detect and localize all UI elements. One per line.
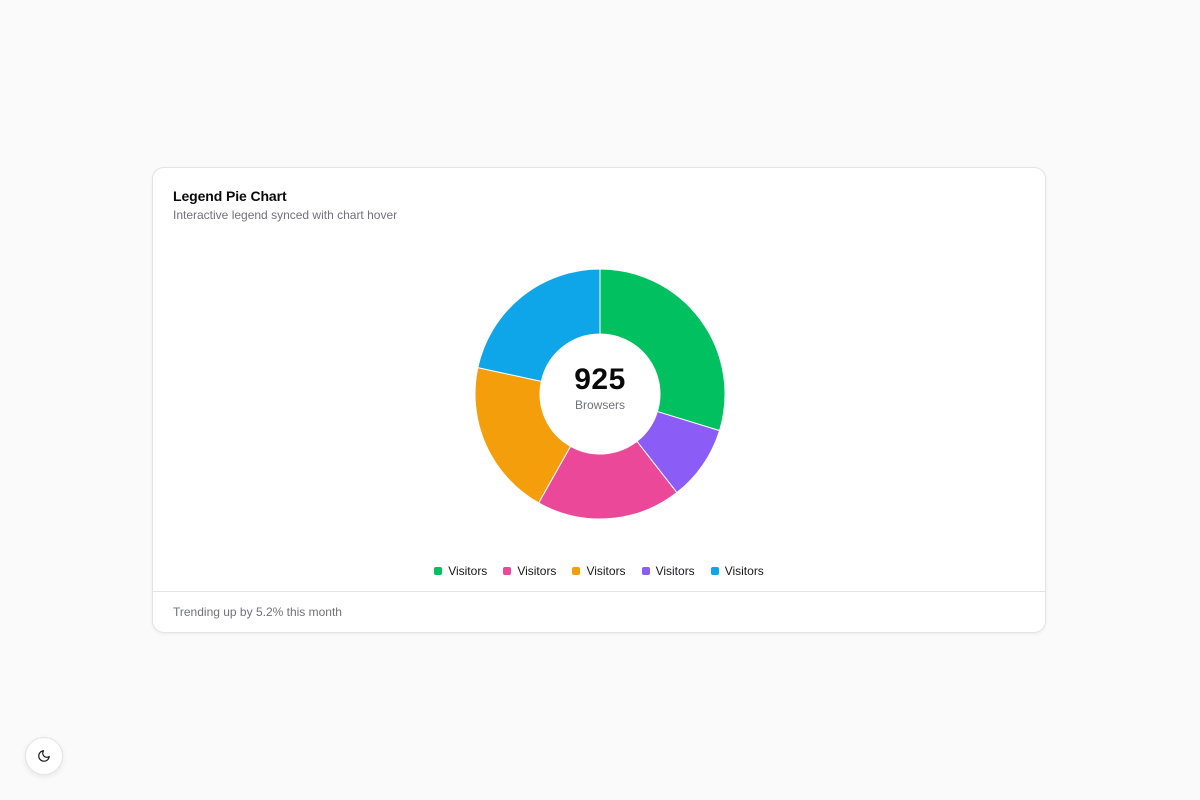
legend-label: Visitors (586, 564, 626, 578)
card-title: Legend Pie Chart (173, 188, 287, 204)
donut-chart (474, 268, 726, 520)
legend-swatch (503, 567, 512, 575)
footer-trend-text: Trending up by 5.2% this month (173, 605, 342, 619)
legend-item-1[interactable]: Visitors (434, 563, 487, 579)
chart-legend: Visitors Visitors Visitors Visitors Visitors (153, 563, 1045, 579)
legend-swatch (572, 567, 581, 575)
card-footer: Trending up by 5.2% this month (153, 591, 1045, 632)
legend-label: Visitors (448, 564, 488, 578)
legend-item-2[interactable]: Visitors (641, 563, 695, 579)
legend-item-5[interactable]: Visitors (710, 563, 764, 579)
legend-swatch (641, 567, 650, 575)
legend-label: Visitors (655, 564, 695, 578)
legend-swatch (710, 567, 719, 575)
pie-slice-1[interactable] (599, 268, 726, 432)
legend-label: Visitors (724, 564, 764, 578)
legend-item-3[interactable]: Visitors (503, 563, 556, 579)
card-header: Legend Pie Chart Interactive legend sync… (173, 187, 1025, 223)
chart-card: Legend Pie Chart Interactive legend sync… (152, 167, 1046, 633)
moon-icon (38, 750, 50, 762)
pie-slice-5[interactable] (477, 268, 601, 382)
legend-item-4[interactable]: Visitors (572, 563, 626, 579)
card-subtitle: Interactive legend synced with chart hov… (173, 208, 398, 222)
chart-area: 925 Browsers (153, 264, 1047, 526)
legend-label: Visitors (517, 564, 557, 578)
page: Legend Pie Chart Interactive legend sync… (0, 0, 1200, 800)
legend-swatch (434, 567, 443, 575)
theme-toggle-button[interactable] (25, 737, 63, 775)
